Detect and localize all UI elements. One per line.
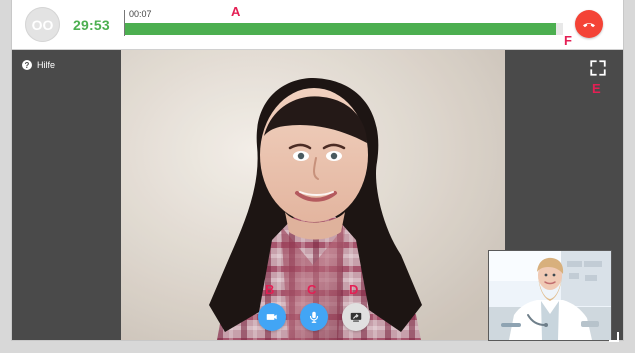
end-call-icon [583,23,595,28]
remaining-time: 29:53 [73,17,110,33]
progress-fill [125,23,556,35]
annotation-a: A [231,4,241,19]
call-progress: 00:07 [124,9,563,36]
help-label: Hilfe [37,60,56,70]
resize-corner-icon [609,332,619,342]
annotation-d: D [349,282,359,297]
fullscreen-icon [590,60,606,76]
screen-share-icon [350,312,362,322]
caller-avatar: OO [25,7,60,42]
microphone-icon [309,311,319,323]
progress-track [125,23,563,35]
elapsed-time: 00:07 [129,9,152,19]
self-view-frame [489,251,611,340]
help-circle-icon: ? [22,60,32,70]
video-camera-icon [266,314,277,320]
annotation-f: F [564,33,572,48]
microphone-toggle-button[interactable] [300,303,328,331]
annotation-c: C [307,282,317,297]
annotation-b: B [265,282,275,297]
end-call-button[interactable] [575,10,603,38]
call-top-bar: OO 29:53 00:07 [12,0,623,50]
camera-toggle-button[interactable] [258,303,286,331]
resize-handle[interactable] [608,329,619,342]
annotation-e: E [592,81,601,96]
fullscreen-button[interactable] [589,59,607,77]
screen-share-button[interactable] [342,303,370,331]
help-link[interactable]: ? Hilfe [22,60,55,70]
call-controls [258,303,370,331]
self-view-video [489,251,611,340]
